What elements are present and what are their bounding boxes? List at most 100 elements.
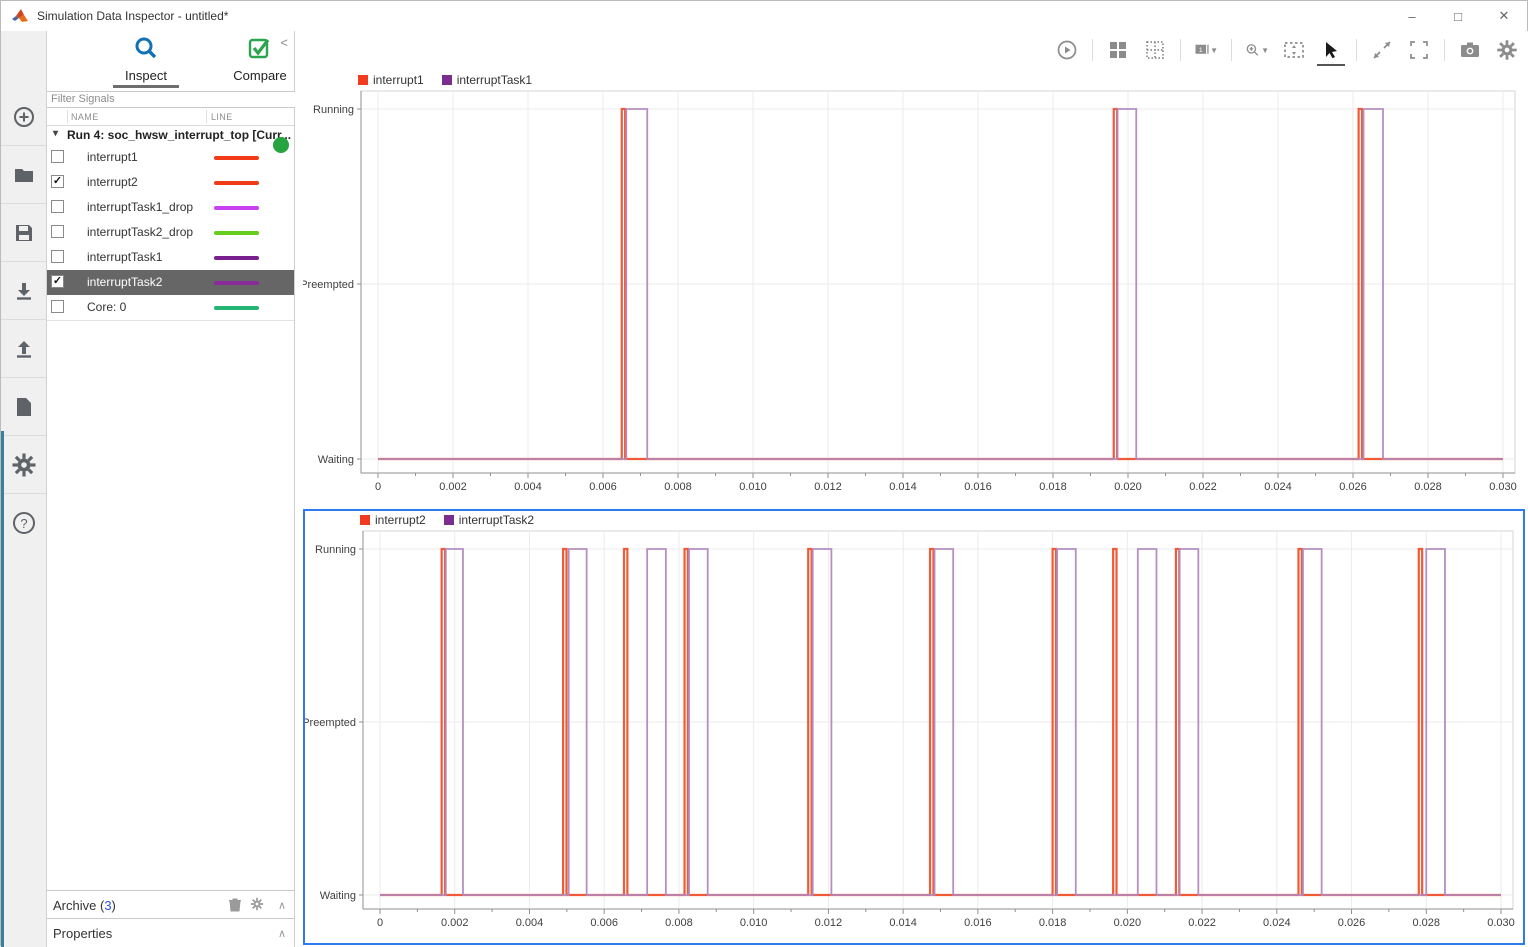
add-circle-icon[interactable] [1, 88, 46, 145]
live-streaming-indicator [273, 137, 289, 153]
bottom-plot-panel-selected[interactable]: interrupt2interruptTask2 00.0020.0040.00… [303, 509, 1525, 945]
legend-label: interruptTask2 [459, 513, 534, 527]
signal-row[interactable]: interruptTask1 [47, 245, 294, 270]
svg-text:0.020: 0.020 [1114, 481, 1142, 493]
layout-count-badge: 1 [1199, 47, 1203, 54]
svg-text:Waiting: Waiting [318, 454, 354, 466]
svg-text:0.022: 0.022 [1189, 481, 1217, 493]
expand-icon[interactable] [1370, 38, 1394, 62]
signal-line-swatch [214, 256, 259, 260]
signal-row[interactable]: ✓ interrupt2 [47, 170, 294, 195]
snap-grid-icon[interactable] [1143, 38, 1167, 62]
close-icon[interactable]: ✕ [1481, 1, 1527, 31]
svg-text:0.006: 0.006 [589, 481, 617, 493]
open-folder-icon[interactable] [1, 145, 46, 203]
signal-row[interactable]: interruptTask1_drop [47, 195, 294, 220]
svg-text:Waiting: Waiting [320, 890, 356, 902]
svg-text:0.008: 0.008 [664, 481, 692, 493]
signal-line-swatch [214, 281, 259, 285]
trash-icon[interactable] [228, 897, 242, 917]
pointer-icon[interactable] [1319, 38, 1343, 62]
properties-panel-header[interactable]: Properties ∧ [47, 918, 294, 947]
svg-text:0: 0 [377, 917, 383, 929]
collapse-properties-icon[interactable]: ∧ [278, 927, 286, 940]
legend-swatch [442, 75, 452, 85]
fit-to-view-icon[interactable] [1282, 38, 1306, 62]
svg-text:0.014: 0.014 [889, 481, 917, 493]
report-icon[interactable] [1, 377, 46, 435]
signal-name: interruptTask2 [87, 275, 162, 289]
svg-text:0.030: 0.030 [1487, 917, 1515, 929]
legend-swatch [358, 75, 368, 85]
expand-triangle-icon[interactable]: ▾ [53, 128, 58, 139]
signal-line-swatch [214, 181, 259, 185]
maximize-icon[interactable]: □ [1435, 1, 1481, 31]
import-icon[interactable] [1, 261, 46, 319]
column-name: NAME [71, 112, 99, 122]
checkbox-unchecked[interactable] [51, 300, 64, 313]
signal-row[interactable]: Core: 0 [47, 295, 294, 320]
signal-table-header: NAME LINE [47, 108, 294, 126]
checkbox-checked[interactable]: ✓ [51, 275, 64, 288]
archive-panel-header[interactable]: Archive (3) ∧ [47, 890, 294, 919]
export-icon[interactable] [1, 319, 46, 377]
checkbox-unchecked[interactable] [51, 225, 64, 238]
checkbox-checked[interactable]: ✓ [51, 175, 64, 188]
collapse-archive-icon[interactable]: ∧ [278, 899, 286, 912]
top-plot-legend: interrupt1interruptTask1 [303, 71, 1525, 89]
signal-row[interactable]: interruptTask2_drop [47, 220, 294, 245]
svg-text:0.026: 0.026 [1339, 481, 1367, 493]
settings-gear-icon[interactable] [1495, 38, 1519, 62]
replay-icon[interactable] [1055, 38, 1079, 62]
chevron-down-icon: ▼ [1210, 46, 1218, 55]
top-plot-panel[interactable]: interrupt1interruptTask1 00.0020.0040.00… [303, 71, 1525, 507]
save-icon[interactable] [1, 203, 46, 261]
properties-label: Properties [53, 926, 112, 941]
signal-line-swatch [214, 306, 259, 310]
signal-row[interactable]: interrupt1 [47, 145, 294, 170]
fullscreen-icon[interactable] [1407, 38, 1431, 62]
svg-text:0.028: 0.028 [1413, 917, 1441, 929]
view-layout-one-icon[interactable]: 1 ▼ [1194, 38, 1218, 62]
legend-label: interrupt2 [375, 513, 426, 527]
svg-text:0.024: 0.024 [1264, 481, 1292, 493]
signal-line-swatch [214, 206, 259, 210]
signal-line-swatch [214, 156, 259, 160]
top-plot-canvas: 00.0020.0040.0060.0080.0100.0120.0140.01… [303, 89, 1525, 503]
preferences-gear-icon[interactable] [1, 435, 46, 493]
svg-text:0.016: 0.016 [964, 917, 992, 929]
chevron-down-icon: ▼ [1261, 46, 1269, 55]
svg-text:0.004: 0.004 [514, 481, 542, 493]
checkbox-unchecked[interactable] [51, 150, 64, 163]
plot-toolbar: 1 ▼ ▼ [295, 31, 1528, 69]
sidebar-tabs: Inspect Compare < [47, 31, 294, 89]
filter-signals-input[interactable] [47, 91, 295, 108]
checkbox-unchecked[interactable] [51, 200, 64, 213]
run-group-label: Run 4: soc_hwsw_interrupt_top [Curr... [67, 128, 291, 142]
help-icon[interactable]: ? [1, 493, 46, 551]
subplot-grid: interrupt1interruptTask1 00.0020.0040.00… [295, 69, 1528, 947]
legend-item: interrupt1 [358, 73, 424, 87]
tab-inspect[interactable]: Inspect [91, 35, 201, 83]
snapshot-camera-icon[interactable] [1458, 38, 1482, 62]
window-title: Simulation Data Inspector - untitled* [37, 9, 228, 23]
zoom-in-icon[interactable]: ▼ [1245, 38, 1269, 62]
signal-line-swatch [214, 231, 259, 235]
bottom-plot-legend: interrupt2 interruptTask2 [305, 511, 1523, 529]
minimize-icon[interactable]: – [1389, 1, 1435, 31]
collapse-sidebar-icon[interactable]: < [280, 35, 288, 50]
app-window: Simulation Data Inspector - untitled* – … [0, 0, 1528, 946]
subplot-layout-icon[interactable] [1106, 38, 1130, 62]
signal-row[interactable]: ✓ interruptTask2 [47, 270, 294, 295]
legend-swatch [360, 515, 370, 525]
svg-text:0.010: 0.010 [739, 481, 767, 493]
archive-gear-icon[interactable] [250, 897, 264, 916]
checkbox-unchecked[interactable] [51, 250, 64, 263]
signal-name: interrupt2 [87, 175, 138, 189]
inspect-magnifier-icon [133, 35, 159, 61]
run-group-row[interactable]: ▾ Run 4: soc_hwsw_interrupt_top [Curr... [47, 126, 294, 145]
matlab-logo-icon [11, 7, 29, 25]
selected-tab-underline [113, 85, 179, 88]
signal-sidebar: Inspect Compare < NAME LINE ▾ Run 4: soc… [47, 31, 295, 947]
svg-text:0.026: 0.026 [1338, 917, 1366, 929]
